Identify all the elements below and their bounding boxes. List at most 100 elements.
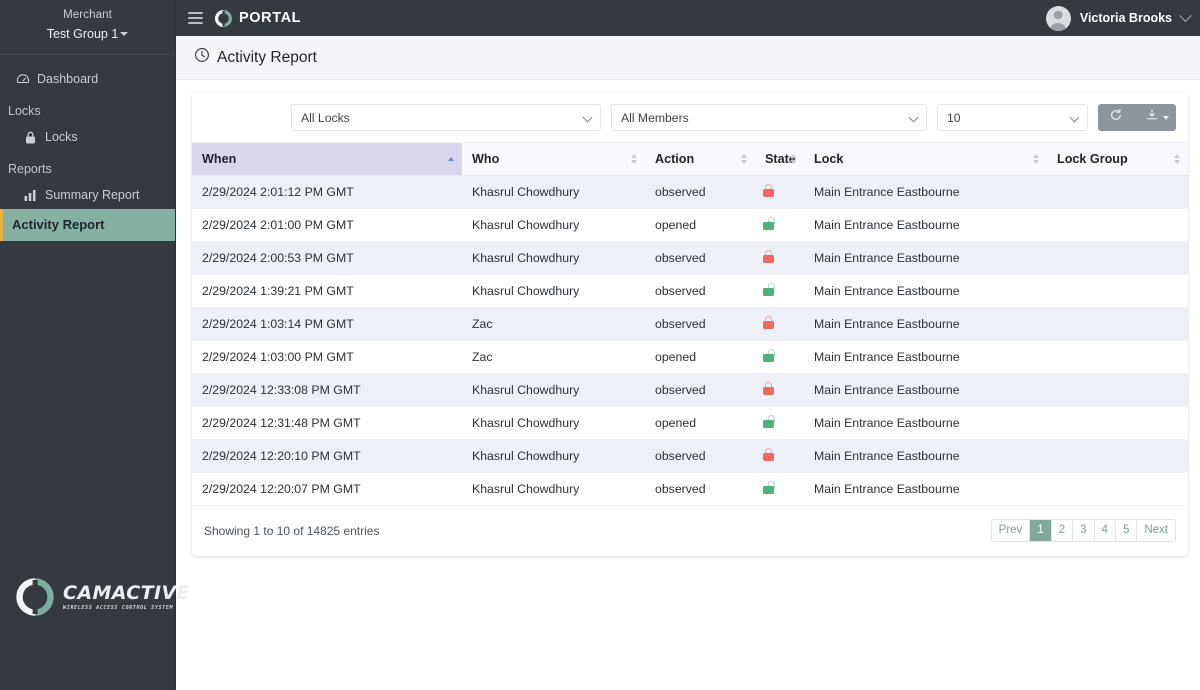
dashboard-icon <box>15 72 30 86</box>
cell-lock-group <box>1047 340 1188 374</box>
pagination-item[interactable]: Next <box>1137 520 1175 541</box>
cell-who: Khasrul Chowdhury <box>462 373 645 407</box>
merchant-label: Merchant <box>63 9 112 21</box>
table-toolbar: All Locks All Members 10 <box>192 92 1188 142</box>
sidebar-section-locks: Locks <box>8 104 41 118</box>
entries-summary: Showing 1 to 10 of 14825 entries <box>204 523 380 538</box>
cell-when: 2/29/2024 12:20:07 PM GMT <box>192 472 462 506</box>
page-size-select[interactable]: 10 <box>937 104 1088 131</box>
cell-lock: Main Entrance Eastbourne <box>804 274 1047 308</box>
table-row[interactable]: 2/29/2024 12:31:48 PM GMT Khasrul Chowdhu… <box>192 406 1188 440</box>
cell-lock-group <box>1047 406 1188 440</box>
padlock-open-icon <box>763 415 775 428</box>
cell-state <box>755 472 804 506</box>
table-row[interactable]: 2/29/2024 12:20:07 PM GMT Khasrul Chowdhu… <box>192 472 1188 506</box>
column-label: Lock <box>814 152 844 166</box>
cell-when: 2/29/2024 1:39:21 PM GMT <box>192 274 462 308</box>
cell-state <box>755 439 804 473</box>
main-column: PORTAL Victoria Brooks Activity Report A… <box>176 0 1200 690</box>
column-label: When <box>202 152 237 166</box>
pagination-item[interactable]: Prev <box>991 520 1031 541</box>
chevron-down-icon <box>120 32 129 36</box>
pagination-item[interactable]: 1 <box>1030 520 1052 541</box>
chevron-down-icon <box>1069 112 1080 123</box>
member-filter-value: All Members <box>621 110 689 125</box>
portal-brand: PORTAL <box>215 9 301 27</box>
column-label: Lock Group <box>1057 152 1128 166</box>
sidebar-item-label: Summary Report <box>45 188 140 202</box>
table-row[interactable]: 2/29/2024 12:33:08 PM GMT Khasrul Chowdhu… <box>192 373 1188 407</box>
cell-lock: Main Entrance Eastbourne <box>804 175 1047 209</box>
user-name: Victoria Brooks <box>1079 11 1172 25</box>
merchant-switcher[interactable]: Merchant Test Group 1 <box>0 0 175 55</box>
sidebar-item-activity-report[interactable]: Activity Report <box>0 209 175 241</box>
avatar <box>1045 5 1071 31</box>
cell-when: 2/29/2024 12:31:48 PM GMT <box>192 406 462 440</box>
cell-when: 2/29/2024 1:03:14 PM GMT <box>192 307 462 341</box>
table-row[interactable]: 2/29/2024 2:00:53 PM GMT Khasrul Chowdhur… <box>192 241 1188 275</box>
sidebar-item-dashboard[interactable]: Dashboard <box>0 65 175 93</box>
cell-when: 2/29/2024 1:03:00 PM GMT <box>192 340 462 374</box>
sidebar-item-locks[interactable]: Locks <box>0 123 175 151</box>
activity-table: When Who Action State Lock Lock Group 2/… <box>192 142 1188 506</box>
padlock-closed-icon <box>763 448 774 461</box>
padlock-closed-icon <box>763 184 774 197</box>
hamburger-icon[interactable] <box>188 12 203 24</box>
column-header-when[interactable]: When <box>192 142 462 176</box>
table-row[interactable]: 2/29/2024 2:01:00 PM GMT Khasrul Chowdhur… <box>192 208 1188 242</box>
sidebar-item-summary-report[interactable]: Summary Report <box>0 181 175 209</box>
column-header-lock-group[interactable]: Lock Group <box>1047 142 1188 176</box>
camactive-tagline: WIRELESS ACCESS CONTROL SYSTEM <box>63 604 174 611</box>
pagination-item[interactable]: 3 <box>1073 520 1095 541</box>
cell-state <box>755 307 804 341</box>
cell-when: 2/29/2024 2:01:12 PM GMT <box>192 175 462 209</box>
table-row[interactable]: 2/29/2024 1:03:00 PM GMT Zac opened Main En… <box>192 340 1188 374</box>
column-header-who[interactable]: Who <box>462 142 645 176</box>
lock-filter-value: All Locks <box>301 110 350 125</box>
table-row[interactable]: 2/29/2024 1:39:21 PM GMT Khasrul Chowdhur… <box>192 274 1188 308</box>
sort-ascending-icon <box>448 157 454 161</box>
cell-lock: Main Entrance Eastbourne <box>804 373 1047 407</box>
sort-icon <box>631 154 637 164</box>
member-filter-select[interactable]: All Members <box>611 104 927 131</box>
topbar: PORTAL Victoria Brooks <box>176 0 1200 36</box>
user-menu[interactable]: Victoria Brooks <box>1045 5 1192 31</box>
table-row[interactable]: 2/29/2024 1:03:14 PM GMT Zac observed Main … <box>192 307 1188 341</box>
table-head: When Who Action State Lock Lock Group <box>192 142 1188 176</box>
cell-lock: Main Entrance Eastbourne <box>804 439 1047 473</box>
download-icon <box>1145 108 1159 127</box>
column-label: Action <box>655 152 695 166</box>
lock-filter-select[interactable]: All Locks <box>291 104 601 131</box>
camactive-ring-icon <box>16 578 54 616</box>
sidebar: Merchant Test Group 1 Dashboard Locks Lo… <box>0 0 190 690</box>
cell-lock-group <box>1047 175 1188 209</box>
cell-lock-group <box>1047 241 1188 275</box>
column-header-state[interactable]: State <box>755 142 804 176</box>
pagination-item[interactable]: 4 <box>1094 520 1116 541</box>
column-header-action[interactable]: Action <box>645 142 755 176</box>
sidebar-item-label: Dashboard <box>37 72 99 86</box>
cell-lock: Main Entrance Eastbourne <box>804 241 1047 275</box>
export-button[interactable] <box>1134 104 1176 131</box>
cell-lock-group <box>1047 208 1188 242</box>
cell-state <box>755 208 804 242</box>
page-title: Activity Report <box>217 48 317 66</box>
pagination-item[interactable]: 5 <box>1115 520 1138 541</box>
page-header: Activity Report <box>176 36 1200 80</box>
cell-lock-group <box>1047 274 1188 308</box>
cell-state <box>755 406 804 440</box>
column-header-lock[interactable]: Lock <box>804 142 1047 176</box>
merchant-group-selector[interactable]: Test Group 1 <box>0 24 175 44</box>
bar-chart-icon <box>23 189 38 201</box>
lock-icon <box>23 131 38 144</box>
cell-when: 2/29/2024 2:01:00 PM GMT <box>192 208 462 242</box>
clock-icon <box>194 47 210 68</box>
portal-ring-icon <box>215 9 232 27</box>
camactive-wordmark: CAMACTIVE WIRELESS ACCESS CONTROL SYSTEM <box>63 583 190 612</box>
table-row[interactable]: 2/29/2024 2:01:12 PM GMT Khasrul Chowdhur… <box>192 175 1188 209</box>
table-row[interactable]: 2/29/2024 12:20:10 PM GMT Khasrul Chowdhu… <box>192 439 1188 473</box>
cell-action: observed <box>645 274 755 308</box>
refresh-button[interactable] <box>1098 104 1134 131</box>
pagination-item[interactable]: 2 <box>1051 520 1074 541</box>
padlock-open-icon <box>763 349 775 362</box>
